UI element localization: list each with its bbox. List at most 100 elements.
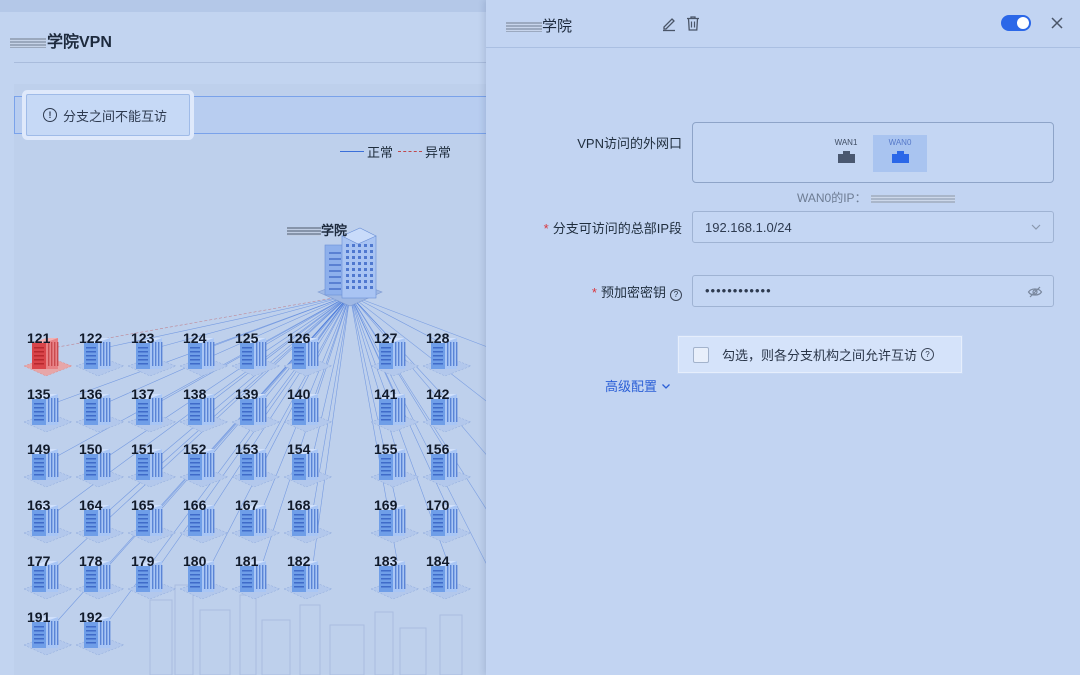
branch-label: 191 [27,609,51,625]
branch-label: 137 [131,386,155,402]
branch-label: 154 [287,441,311,457]
branch-label: 156 [426,441,450,457]
vpn-enable-toggle[interactable] [1001,15,1031,31]
delete-icon[interactable] [684,14,702,32]
branch-label: 184 [426,553,450,569]
allow-branch-intercommunication[interactable]: 勾选，则各分支机构之间允许互访 ? [678,336,962,373]
branch-label: 136 [79,386,103,402]
skyline-building [374,611,394,675]
vpn-config-drawer: 学院 VPN访问的外网口 WAN1 WAN0 WAN0的IP： * 分支可访问的总… [486,0,1080,675]
wan0-port[interactable]: WAN0 [873,135,927,172]
redacted-name [506,22,542,33]
branch-label: 165 [131,497,155,513]
branch-label: 140 [287,386,311,402]
branch-label: 167 [235,497,259,513]
hq-ip-range-select[interactable]: 192.168.1.0/24 [692,211,1054,243]
wan0-ip-info: WAN0的IP： [797,189,955,206]
edit-icon[interactable] [660,14,678,32]
required-mark: * [591,285,597,300]
topology-panel: 学院VPN ! 分支之间不能互访 正常 异常 学院 121 122 123 124 12… [0,0,486,675]
branch-label: 168 [287,497,311,513]
ethernet-port-icon [891,151,909,163]
wan1-port[interactable]: WAN1 [819,135,873,172]
branch-label: 166 [183,497,207,513]
ethernet-port-icon [837,151,855,163]
branch-label: 121 [27,330,51,346]
branch-label: 150 [79,441,103,457]
preshared-key-label-text: 预加密密钥 [600,285,666,300]
preshared-key-input[interactable]: •••••••••••• [692,275,1054,307]
chevron-down-icon [1031,224,1041,230]
info-icon: ! [43,108,57,122]
branch-label: 135 [27,386,51,402]
branch-label: 142 [426,386,450,402]
branch-label: 178 [79,553,103,569]
required-mark: * [543,221,549,236]
branch-label: 192 [79,609,103,625]
branch-label: 149 [27,441,51,457]
branch-label: 153 [235,441,259,457]
help-icon[interactable]: ? [921,348,935,361]
redacted-ip [870,194,955,203]
hq-ip-range-label: * 分支可访问的总部IP段 [482,218,682,237]
wan1-label: WAN1 [834,138,858,147]
branch-label: 181 [235,553,259,569]
skyline-building [239,594,257,675]
skyline-building [199,609,231,675]
drawer-title-text: 学院 [542,18,573,35]
chevron-down-icon [662,383,670,389]
branch-label: 164 [79,497,103,513]
wan-port-selector: WAN1 WAN0 [692,122,1054,183]
normal-link [155,294,351,460]
branch-label: 141 [374,386,398,402]
allow-intercommunication-label: 勾选，则各分支机构之间允许互访 [722,348,918,363]
drawer-title: 学院 [506,15,572,36]
branch-label: 151 [131,441,155,457]
skyline-building [299,604,321,675]
hq-label: 学院 [287,220,347,239]
branch-label: 183 [374,553,398,569]
branch-label: 139 [235,386,259,402]
wan0-label: WAN0 [888,138,912,147]
skyline-building [149,599,173,675]
eye-off-icon[interactable] [1027,284,1043,300]
legend-abnormal-label: 异常 [425,145,452,160]
skyline-building [399,627,427,675]
branch-label: 170 [426,497,450,513]
legend: 正常 异常 [340,142,451,161]
branch-label: 138 [183,386,207,402]
hq-label-text: 学院 [321,223,348,238]
legend-abnormal-line [398,151,423,152]
branch-label: 169 [374,497,398,513]
advanced-config-label: 高级配置 [605,379,658,394]
no-intercommunication-alert: ! 分支之间不能互访 [26,94,190,136]
branch-label: 152 [183,441,207,457]
normal-link [349,294,486,564]
alert-text: 分支之间不能互访 [63,108,168,124]
close-icon[interactable] [1048,14,1066,32]
help-icon[interactable]: ? [670,289,682,301]
preshared-key-value: •••••••••••• [705,283,772,298]
preshared-key-label: * 预加密密钥? [482,282,682,301]
redacted-name [287,227,321,237]
branch-label: 179 [131,553,155,569]
skyline-building [439,614,463,675]
hq-ip-range-value: 192.168.1.0/24 [705,220,792,235]
legend-normal-line [340,151,364,152]
normal-link [349,294,486,455]
wan-port-label: VPN访问的外网口 [577,136,682,151]
branch-label: 180 [183,553,207,569]
normal-link [349,294,452,460]
skyline-building [329,624,365,675]
skyline-building [174,584,194,675]
advanced-config-toggle[interactable]: 高级配置 [605,376,671,395]
skyline-building [261,619,291,675]
legend-normal-label: 正常 [367,145,394,160]
branch-label: 182 [287,553,311,569]
allow-intercommunication-checkbox[interactable] [693,346,709,363]
branch-label: 177 [27,553,51,569]
drawer-header: 学院 [486,0,1080,48]
branch-label: 124 [183,330,207,346]
hq-ip-range-label-text: 分支可访问的总部IP段 [552,221,682,236]
wan0-ip-label: WAN0的IP： [797,191,867,205]
